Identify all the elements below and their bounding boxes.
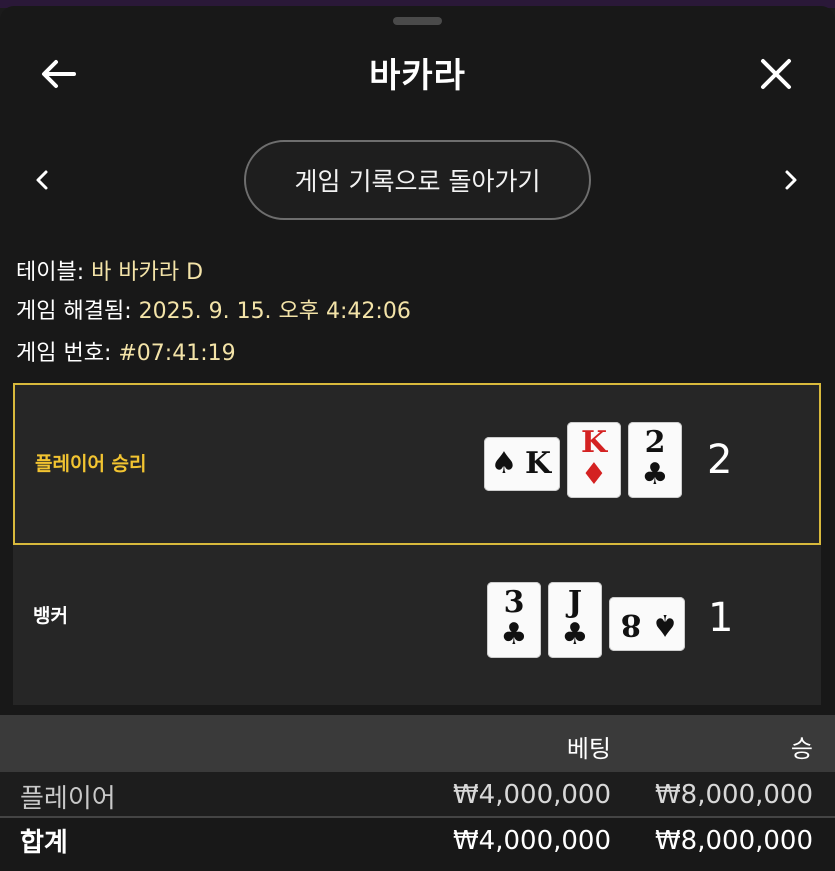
bet-name: 플레이어 — [20, 784, 116, 814]
page-title: 바카라 — [369, 56, 466, 96]
player-card-3: 2 ♣ — [628, 422, 682, 498]
bets-table: 베팅 승 플레이어 ₩4,000,000 ₩8,000,000 합계 ₩4,00… — [0, 715, 835, 871]
card-rank: 2 — [644, 425, 666, 460]
close-icon[interactable] — [754, 52, 798, 96]
player-result-label: 플레이어 승리 — [35, 453, 147, 475]
total-label: 합계 — [20, 828, 68, 858]
total-row: 합계 ₩4,000,000 ₩8,000,000 — [0, 818, 835, 862]
banker-card-1: 3 ♣ — [487, 582, 541, 658]
banker-score: 1 — [708, 595, 734, 641]
club-icon: ♣ — [641, 457, 669, 492]
resolved-info: 게임 해결됨: 2025. 9. 15. 오후 4:42:06 — [16, 293, 411, 325]
resolved-value: 2025. 9. 15. 오후 4:42:06 — [138, 299, 411, 324]
table-row: 플레이어 ₩4,000,000 ₩8,000,000 — [0, 772, 835, 816]
chevron-left-icon[interactable] — [24, 162, 60, 198]
banker-card-3: ♠ 8 — [609, 597, 685, 651]
column-win-header: 승 — [790, 735, 813, 763]
banker-hand-panel: 뱅커 3 ♣ J ♣ ♠ 8 1 — [13, 545, 821, 705]
resolved-label: 게임 해결됨: — [16, 299, 132, 324]
card-rank: 8 — [620, 607, 642, 642]
card-rank: J — [567, 585, 583, 620]
spade-icon: ♠ — [490, 446, 518, 481]
card-rank: 3 — [503, 585, 525, 620]
club-icon: ♣ — [500, 617, 528, 652]
game-number-value: #07:41:19 — [118, 341, 236, 366]
player-card-2: K ♦ — [567, 422, 621, 498]
table-label: 테이블: — [16, 260, 85, 285]
total-bet-amount: ₩4,000,000 — [452, 826, 611, 856]
diamond-icon: ♦ — [580, 457, 608, 492]
bets-table-header: 베팅 승 — [0, 715, 835, 772]
total-win-amount: ₩8,000,000 — [654, 826, 813, 856]
sheet-grabber[interactable] — [393, 17, 442, 25]
bet-amount: ₩4,000,000 — [452, 780, 611, 810]
game-number-info: 게임 번호: #07:41:19 — [16, 335, 236, 367]
game-number-label: 게임 번호: — [16, 341, 112, 366]
column-bet-header: 베팅 — [566, 735, 611, 763]
back-to-history-button[interactable]: 게임 기록으로 돌아가기 — [244, 140, 591, 220]
player-card-1: ♠ K — [484, 437, 560, 491]
club-icon: ♣ — [561, 617, 589, 652]
banker-card-2: J ♣ — [548, 582, 602, 658]
player-hand-panel: 플레이어 승리 ♠ K K ♦ 2 ♣ 2 — [13, 383, 821, 545]
banker-label: 뱅커 — [33, 605, 68, 627]
spade-icon: ♠ — [651, 607, 679, 642]
card-rank: K — [524, 446, 552, 481]
table-info: 테이블: 바 바카라 D — [16, 254, 203, 286]
table-value: 바 바카라 D — [91, 260, 204, 285]
card-rank: K — [580, 425, 608, 460]
win-amount: ₩8,000,000 — [654, 780, 813, 810]
player-score: 2 — [707, 437, 733, 483]
chevron-right-icon[interactable] — [773, 162, 809, 198]
